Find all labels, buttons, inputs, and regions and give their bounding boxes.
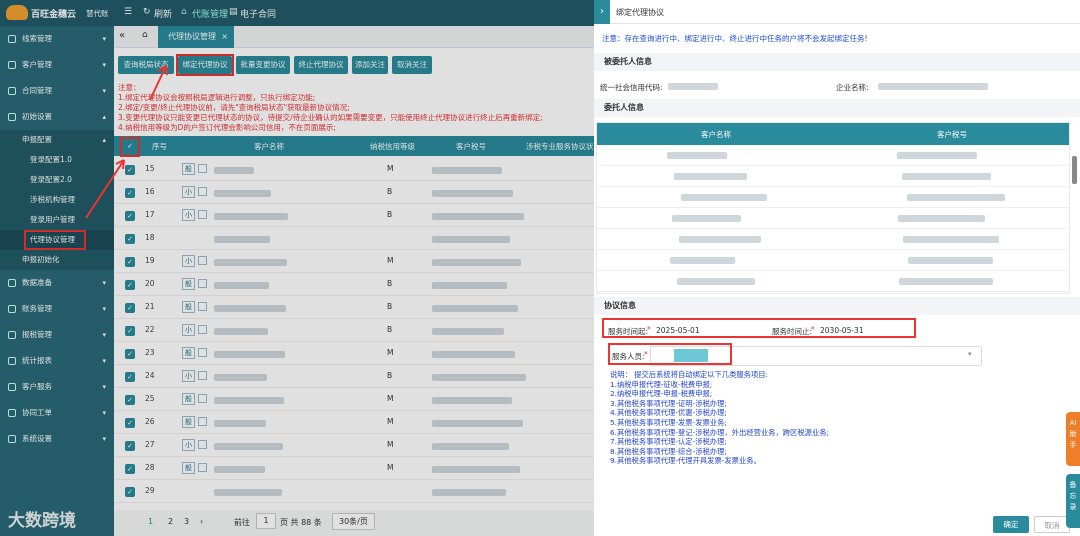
description-line: 1.纳税申报代理-征收-税费申报;: [610, 379, 713, 389]
client-table: 客户名称 客户税号: [596, 122, 1070, 294]
client-name-value: [667, 152, 727, 159]
description-line: 6.其他税务事项代理-登记-涉税办理，外出经营业务，跨区税源业务;: [610, 427, 829, 437]
section-title: 被委托人信息: [604, 57, 652, 66]
memo-label: 备忘录: [1069, 481, 1077, 511]
collapse-drawer-icon[interactable]: ›: [594, 0, 610, 24]
client-row[interactable]: [597, 208, 1069, 229]
client-name-value: [674, 173, 747, 180]
client-row[interactable]: [597, 145, 1069, 166]
client-name-value: [681, 194, 767, 201]
staff-label: 服务人员:: [612, 352, 645, 361]
client-table-header: 客户名称 客户税号: [597, 123, 1069, 145]
client-tax-id-value: [908, 257, 993, 264]
required-mark: *: [644, 350, 648, 359]
scrollbar[interactable]: [1072, 156, 1077, 184]
client-name-value: [670, 257, 735, 264]
client-tax-id-value: [897, 152, 977, 159]
end-date-input[interactable]: 2030-05-31: [820, 326, 864, 335]
description-line: 7.其他税务事项代理-认定-涉税办理;: [610, 437, 727, 447]
client-name-value: [672, 215, 741, 222]
confirm-button[interactable]: 确定: [993, 516, 1029, 533]
staff-selected-value: [674, 349, 708, 362]
credit-code-value: [668, 83, 718, 90]
description-line: 9.其他税务事项代理-代理开具发票-发票业务。: [610, 456, 761, 466]
description-line: 8.其他税务事项代理-综合-涉税办理;: [610, 446, 727, 456]
drawer-header: › 绑定代理协议: [594, 0, 1080, 24]
start-date-label: 服务时间起:: [608, 327, 649, 336]
client-tax-id-value: [902, 173, 991, 180]
bind-agreement-drawer: › 绑定代理协议 注意：存在查询进行中、绑定进行中、终止进行中任务的户将不会发起…: [594, 0, 1080, 536]
chevron-down-icon: ▾: [968, 350, 972, 358]
credit-code-label: 统一社会信用代码:: [600, 83, 663, 92]
section-title: 协议信息: [604, 301, 636, 310]
client-name-value: [677, 278, 755, 285]
client-tax-id-value: [903, 236, 999, 243]
memo-button[interactable]: 备忘录: [1066, 474, 1080, 528]
client-row[interactable]: [597, 229, 1069, 250]
client-tax-id-value: [898, 215, 985, 222]
column-header-client-tax-id: 客户税号: [937, 130, 967, 139]
ai-assistant-label: AI助手: [1069, 419, 1077, 449]
cancel-button[interactable]: 取消: [1034, 516, 1070, 533]
description-line: 2.纳税申报代理-申报-税费申报;: [610, 389, 713, 399]
modal-overlay[interactable]: [0, 0, 594, 536]
description-line: 5.其他税务事项代理-发票-发票业务;: [610, 417, 727, 427]
description-line: 说明： 提交后系统将自动绑定以下几类服务项目:: [610, 370, 769, 379]
section-principal: 被委托人信息: [594, 53, 1080, 71]
section-client: 委托人信息: [594, 99, 1080, 117]
description-line: 3.其他税务事项代理-证明-涉税办理;: [610, 398, 727, 408]
client-row[interactable]: [597, 271, 1069, 292]
end-date-label: 服务时间止:: [772, 327, 813, 336]
start-date-input[interactable]: 2025-05-01: [656, 326, 700, 335]
description-line: 4.其他税务事项代理-优惠-涉税办理;: [610, 408, 727, 418]
service-description: 说明： 提交后系统将自动绑定以下几类服务项目: 1.纳税申报代理-征收-税费申报…: [610, 370, 829, 466]
client-name-value: [679, 236, 761, 243]
column-header-client-name: 客户名称: [701, 130, 731, 139]
required-mark: *: [811, 325, 815, 334]
company-name-label: 企业名称:: [836, 83, 869, 92]
required-mark: *: [647, 325, 651, 334]
client-row[interactable]: [597, 166, 1069, 187]
section-title: 委托人信息: [604, 103, 644, 112]
client-tax-id-value: [899, 278, 993, 285]
company-name-value: [878, 83, 988, 90]
client-row[interactable]: [597, 250, 1069, 271]
warning-text: 注意：存在查询进行中、绑定进行中、终止进行中任务的户将不会发起绑定任务!: [602, 34, 868, 43]
ai-assistant-button[interactable]: AI助手: [1066, 412, 1080, 466]
drawer-title: 绑定代理协议: [616, 8, 664, 17]
section-agreement: 协议信息: [594, 297, 1080, 315]
client-row[interactable]: [597, 292, 1069, 293]
client-row[interactable]: [597, 187, 1069, 208]
client-tax-id-value: [907, 194, 1005, 201]
